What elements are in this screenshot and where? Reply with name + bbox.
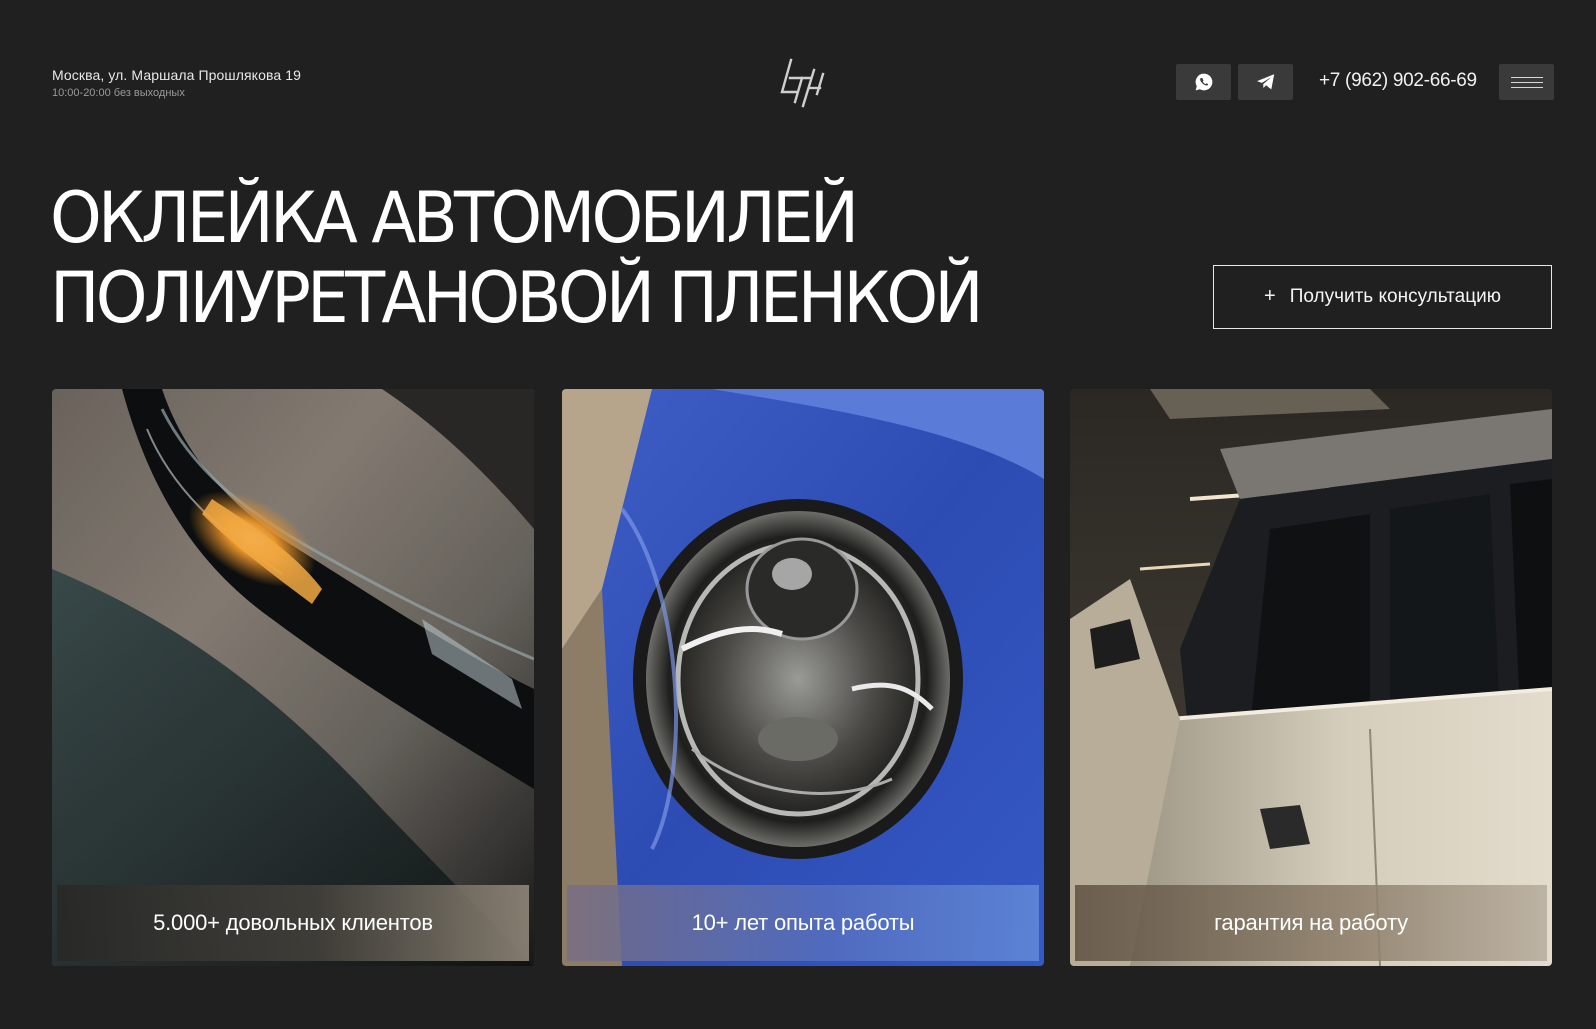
whatsapp-icon <box>1195 73 1212 91</box>
hero-title-line-1: ОКЛЕЙКА АВТОМОБИЛЕЙ <box>50 177 859 259</box>
car-headlight-photo <box>52 389 534 966</box>
card-caption-experience: 10+ лет опыта работы <box>567 885 1039 961</box>
address-text: Москва, ул. Маршала Прошлякова 19 <box>52 67 301 83</box>
card-caption-warranty: гарантия на работу <box>1075 885 1547 961</box>
phone-link[interactable]: +7 (962) 902-66-69 <box>1319 70 1477 92</box>
feature-card-warranty: гарантия на работу <box>1070 389 1552 966</box>
burger-line <box>1510 86 1543 88</box>
feature-card-experience: 10+ лет опыта работы <box>562 389 1044 966</box>
telegram-icon <box>1256 74 1274 90</box>
burger-line <box>1510 76 1543 78</box>
blue-car-headlight-photo <box>562 389 1044 966</box>
telegram-button[interactable] <box>1238 64 1293 100</box>
working-hours-text: 10:00-20:00 без выходных <box>52 87 185 99</box>
hero-title-line-2: ПОЛИУРЕТАНОВОЙ ПЛЕНКОЙ <box>50 257 984 339</box>
whatsapp-button[interactable] <box>1176 64 1231 100</box>
lth-logo-icon[interactable] <box>776 56 826 108</box>
get-consultation-button[interactable]: + Получить консультацию <box>1213 265 1552 329</box>
white-suv-photo <box>1070 389 1552 966</box>
get-consultation-label: Получить консультацию <box>1289 286 1501 307</box>
burger-menu-button[interactable] <box>1499 64 1554 100</box>
address-block: Москва, ул. Маршала Прошлякова 19 10:00-… <box>52 67 301 99</box>
card-caption-clients: 5.000+ довольных клиентов <box>57 885 529 961</box>
landing-page: Москва, ул. Маршала Прошлякова 19 10:00-… <box>0 0 1596 1029</box>
burger-line <box>1510 81 1543 83</box>
hero-title: ОКЛЕЙКА АВТОМОБИЛЕЙ ПОЛИУРЕТАНОВОЙ ПЛЕНК… <box>50 177 984 339</box>
feature-card-clients: 5.000+ довольных клиентов <box>52 389 534 966</box>
plus-icon: + <box>1264 284 1276 307</box>
